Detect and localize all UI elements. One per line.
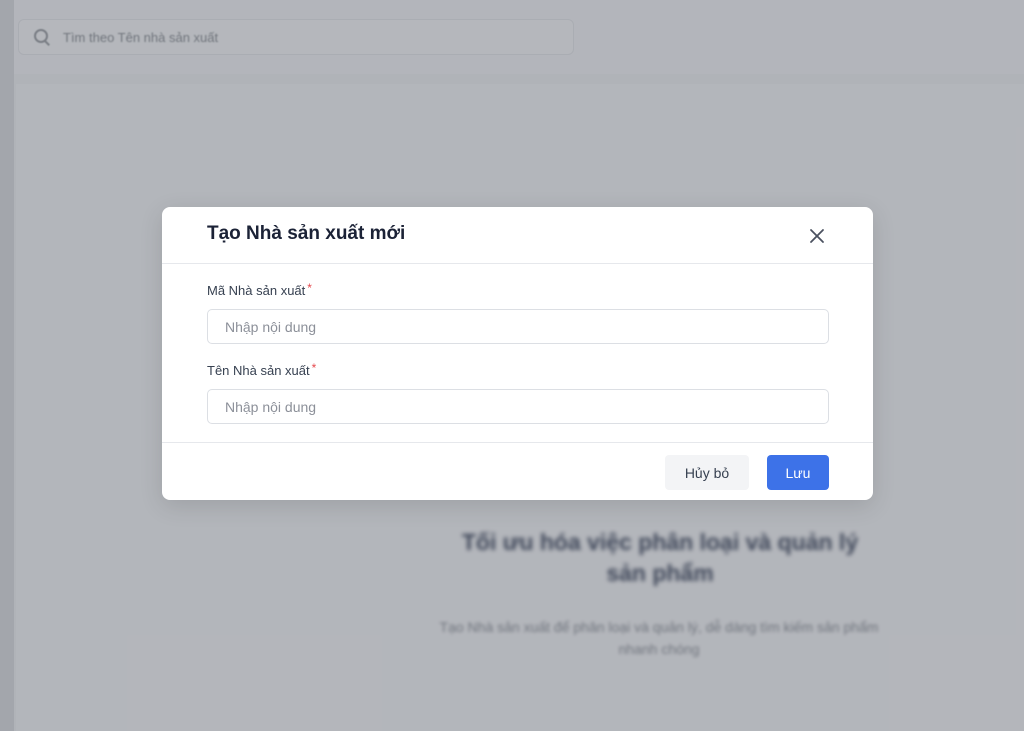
save-button[interactable]: Lưu: [767, 455, 829, 490]
manufacturer-code-label: Mã Nhà sản xuất *: [207, 281, 312, 298]
manufacturer-code-input[interactable]: [207, 309, 829, 344]
required-mark: *: [307, 281, 312, 295]
create-manufacturer-modal: Tạo Nhà sản xuất mới Mã Nhà sản xuất* Tê…: [162, 207, 873, 500]
manufacturer-code-label-text: Mã Nhà sản xuất: [207, 283, 306, 298]
required-mark: *: [311, 361, 317, 375]
modal-title: Tạo Nhà sản xuất mới: [207, 223, 406, 244]
manufacturer-name-input[interactable]: [207, 389, 829, 424]
close-button[interactable]: [804, 223, 830, 249]
cancel-button[interactable]: Hủy bỏ: [665, 455, 749, 490]
modal-header: Tạo Nhà sản xuất mới: [162, 207, 873, 264]
manufacturer-name-label-text: Tên Nhà sản xuất: [207, 363, 310, 378]
manufacturer-name-label: Tên Nhà sản xuất *: [207, 361, 317, 378]
close-icon: [810, 229, 824, 243]
modal-footer: Hủy bỏ Lưu: [162, 442, 873, 500]
